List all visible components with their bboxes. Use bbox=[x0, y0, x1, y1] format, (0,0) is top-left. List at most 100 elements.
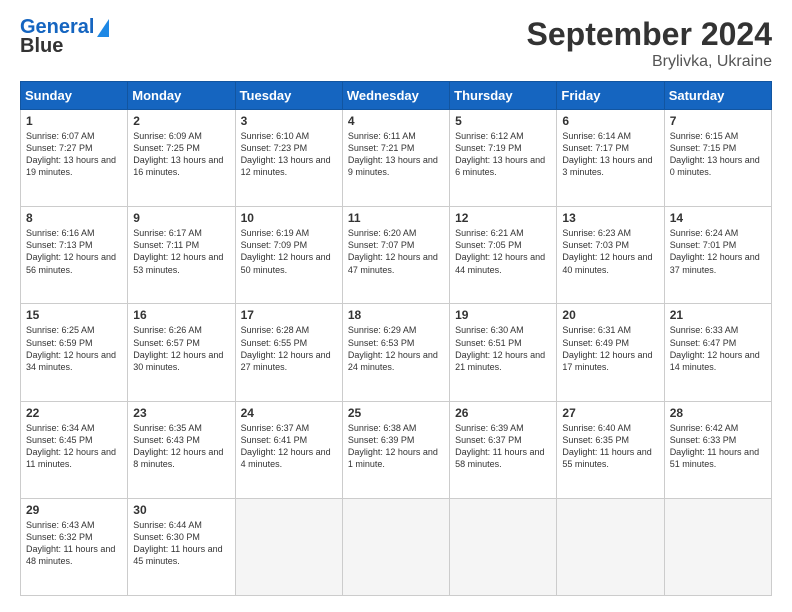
cell-details: Sunrise: 6:38 AMSunset: 6:39 PMDaylight:… bbox=[348, 422, 444, 471]
day-number: 18 bbox=[348, 308, 444, 322]
table-row: 8Sunrise: 6:16 AMSunset: 7:13 PMDaylight… bbox=[21, 207, 128, 304]
table-row bbox=[557, 498, 664, 595]
day-number: 8 bbox=[26, 211, 122, 225]
table-row: 24 Sunrise: 6:37 AMSunset: 6:41 PMDayligh… bbox=[235, 401, 342, 498]
day-number: 13 bbox=[562, 211, 658, 225]
table-row: 2 Sunrise: 6:09 AMSunset: 7:25 PMDaylight… bbox=[128, 110, 235, 207]
table-row: 1 Sunrise: 6:07 AMSunset: 7:27 PMDaylight… bbox=[21, 110, 128, 207]
page: General Blue September 2024 Brylivka, Uk… bbox=[0, 0, 792, 612]
calendar-week-row: 29Sunrise: 6:43 AMSunset: 6:32 PMDayligh… bbox=[21, 498, 772, 595]
cell-details: Sunrise: 6:10 AMSunset: 7:23 PMDaylight:… bbox=[241, 130, 337, 179]
day-number: 6 bbox=[562, 114, 658, 128]
table-row bbox=[342, 498, 449, 595]
day-number: 12 bbox=[455, 211, 551, 225]
cell-details: Sunrise: 6:17 AMSunset: 7:11 PMDaylight:… bbox=[133, 227, 229, 276]
table-row: 10 Sunrise: 6:19 AMSunset: 7:09 PMDayligh… bbox=[235, 207, 342, 304]
calendar-subtitle: Brylivka, Ukraine bbox=[527, 53, 772, 71]
table-row bbox=[664, 498, 771, 595]
cell-details: Sunrise: 6:25 AMSunset: 6:59 PMDaylight:… bbox=[26, 324, 122, 373]
day-number: 24 bbox=[241, 406, 337, 420]
day-number: 5 bbox=[455, 114, 551, 128]
day-number: 2 bbox=[133, 114, 229, 128]
title-block: September 2024 Brylivka, Ukraine bbox=[527, 16, 772, 71]
logo-triangle-icon bbox=[97, 19, 109, 37]
header: General Blue September 2024 Brylivka, Uk… bbox=[20, 16, 772, 71]
day-number: 15 bbox=[26, 308, 122, 322]
day-number: 3 bbox=[241, 114, 337, 128]
cell-details: Sunrise: 6:42 AMSunset: 6:33 PMDaylight:… bbox=[670, 422, 766, 471]
cell-details: Sunrise: 6:40 AMSunset: 6:35 PMDaylight:… bbox=[562, 422, 658, 471]
cell-details: Sunrise: 6:44 AMSunset: 6:30 PMDaylight:… bbox=[133, 519, 229, 568]
cell-details: Sunrise: 6:33 AMSunset: 6:47 PMDaylight:… bbox=[670, 324, 766, 373]
calendar-title: September 2024 bbox=[527, 16, 772, 53]
cell-details: Sunrise: 6:15 AMSunset: 7:15 PMDaylight:… bbox=[670, 130, 766, 179]
cell-details: Sunrise: 6:09 AMSunset: 7:25 PMDaylight:… bbox=[133, 130, 229, 179]
day-number: 17 bbox=[241, 308, 337, 322]
table-row: 13 Sunrise: 6:23 AMSunset: 7:03 PMDayligh… bbox=[557, 207, 664, 304]
table-row bbox=[235, 498, 342, 595]
table-row: 16Sunrise: 6:26 AMSunset: 6:57 PMDayligh… bbox=[128, 304, 235, 401]
day-number: 1 bbox=[26, 114, 122, 128]
table-row bbox=[450, 498, 557, 595]
table-row: 21 Sunrise: 6:33 AMSunset: 6:47 PMDayligh… bbox=[664, 304, 771, 401]
cell-details: Sunrise: 6:20 AMSunset: 7:07 PMDaylight:… bbox=[348, 227, 444, 276]
table-row: 30Sunrise: 6:44 AMSunset: 6:30 PMDayligh… bbox=[128, 498, 235, 595]
cell-details: Sunrise: 6:37 AMSunset: 6:41 PMDaylight:… bbox=[241, 422, 337, 471]
header-wednesday: Wednesday bbox=[342, 82, 449, 110]
header-saturday: Saturday bbox=[664, 82, 771, 110]
cell-details: Sunrise: 6:14 AMSunset: 7:17 PMDaylight:… bbox=[562, 130, 658, 179]
table-row: 27 Sunrise: 6:40 AMSunset: 6:35 PMDayligh… bbox=[557, 401, 664, 498]
calendar-week-row: 1 Sunrise: 6:07 AMSunset: 7:27 PMDaylight… bbox=[21, 110, 772, 207]
table-row: 3 Sunrise: 6:10 AMSunset: 7:23 PMDaylight… bbox=[235, 110, 342, 207]
table-row: 6 Sunrise: 6:14 AMSunset: 7:17 PMDaylight… bbox=[557, 110, 664, 207]
cell-details: Sunrise: 6:11 AMSunset: 7:21 PMDaylight:… bbox=[348, 130, 444, 179]
day-number: 11 bbox=[348, 211, 444, 225]
day-number: 21 bbox=[670, 308, 766, 322]
header-sunday: Sunday bbox=[21, 82, 128, 110]
day-number: 26 bbox=[455, 406, 551, 420]
table-row: 12 Sunrise: 6:21 AMSunset: 7:05 PMDayligh… bbox=[450, 207, 557, 304]
day-number: 16 bbox=[133, 308, 229, 322]
table-row: 22 Sunrise: 6:34 AMSunset: 6:45 PMDayligh… bbox=[21, 401, 128, 498]
cell-details: Sunrise: 6:23 AMSunset: 7:03 PMDaylight:… bbox=[562, 227, 658, 276]
cell-details: Sunrise: 6:31 AMSunset: 6:49 PMDaylight:… bbox=[562, 324, 658, 373]
table-row: 20 Sunrise: 6:31 AMSunset: 6:49 PMDayligh… bbox=[557, 304, 664, 401]
cell-details: Sunrise: 6:34 AMSunset: 6:45 PMDaylight:… bbox=[26, 422, 122, 471]
cell-details: Sunrise: 6:30 AMSunset: 6:51 PMDaylight:… bbox=[455, 324, 551, 373]
cell-details: Sunrise: 6:29 AMSunset: 6:53 PMDaylight:… bbox=[348, 324, 444, 373]
table-row: 14 Sunrise: 6:24 AMSunset: 7:01 PMDayligh… bbox=[664, 207, 771, 304]
day-number: 10 bbox=[241, 211, 337, 225]
day-number: 28 bbox=[670, 406, 766, 420]
table-row: 7Sunrise: 6:15 AMSunset: 7:15 PMDaylight… bbox=[664, 110, 771, 207]
cell-details: Sunrise: 6:24 AMSunset: 7:01 PMDaylight:… bbox=[670, 227, 766, 276]
cell-details: Sunrise: 6:12 AMSunset: 7:19 PMDaylight:… bbox=[455, 130, 551, 179]
header-friday: Friday bbox=[557, 82, 664, 110]
day-number: 19 bbox=[455, 308, 551, 322]
day-number: 20 bbox=[562, 308, 658, 322]
table-row: 25 Sunrise: 6:38 AMSunset: 6:39 PMDayligh… bbox=[342, 401, 449, 498]
logo-blue-text: Blue bbox=[20, 35, 63, 58]
table-row: 28 Sunrise: 6:42 AMSunset: 6:33 PMDayligh… bbox=[664, 401, 771, 498]
day-number: 29 bbox=[26, 503, 122, 517]
calendar-week-row: 22 Sunrise: 6:34 AMSunset: 6:45 PMDayligh… bbox=[21, 401, 772, 498]
day-number: 4 bbox=[348, 114, 444, 128]
day-number: 22 bbox=[26, 406, 122, 420]
calendar-table: Sunday Monday Tuesday Wednesday Thursday… bbox=[20, 81, 772, 596]
day-number: 9 bbox=[133, 211, 229, 225]
cell-details: Sunrise: 6:21 AMSunset: 7:05 PMDaylight:… bbox=[455, 227, 551, 276]
table-row: 15 Sunrise: 6:25 AMSunset: 6:59 PMDayligh… bbox=[21, 304, 128, 401]
table-row: 23Sunrise: 6:35 AMSunset: 6:43 PMDayligh… bbox=[128, 401, 235, 498]
day-number: 27 bbox=[562, 406, 658, 420]
calendar-week-row: 15 Sunrise: 6:25 AMSunset: 6:59 PMDayligh… bbox=[21, 304, 772, 401]
table-row: 11 Sunrise: 6:20 AMSunset: 7:07 PMDayligh… bbox=[342, 207, 449, 304]
table-row: 5 Sunrise: 6:12 AMSunset: 7:19 PMDaylight… bbox=[450, 110, 557, 207]
table-row: 26Sunrise: 6:39 AMSunset: 6:37 PMDayligh… bbox=[450, 401, 557, 498]
table-row: 19 Sunrise: 6:30 AMSunset: 6:51 PMDayligh… bbox=[450, 304, 557, 401]
day-number: 14 bbox=[670, 211, 766, 225]
table-row: 9 Sunrise: 6:17 AMSunset: 7:11 PMDaylight… bbox=[128, 207, 235, 304]
cell-details: Sunrise: 6:07 AMSunset: 7:27 PMDaylight:… bbox=[26, 130, 122, 179]
day-number: 25 bbox=[348, 406, 444, 420]
header-tuesday: Tuesday bbox=[235, 82, 342, 110]
cell-details: Sunrise: 6:28 AMSunset: 6:55 PMDaylight:… bbox=[241, 324, 337, 373]
cell-details: Sunrise: 6:19 AMSunset: 7:09 PMDaylight:… bbox=[241, 227, 337, 276]
